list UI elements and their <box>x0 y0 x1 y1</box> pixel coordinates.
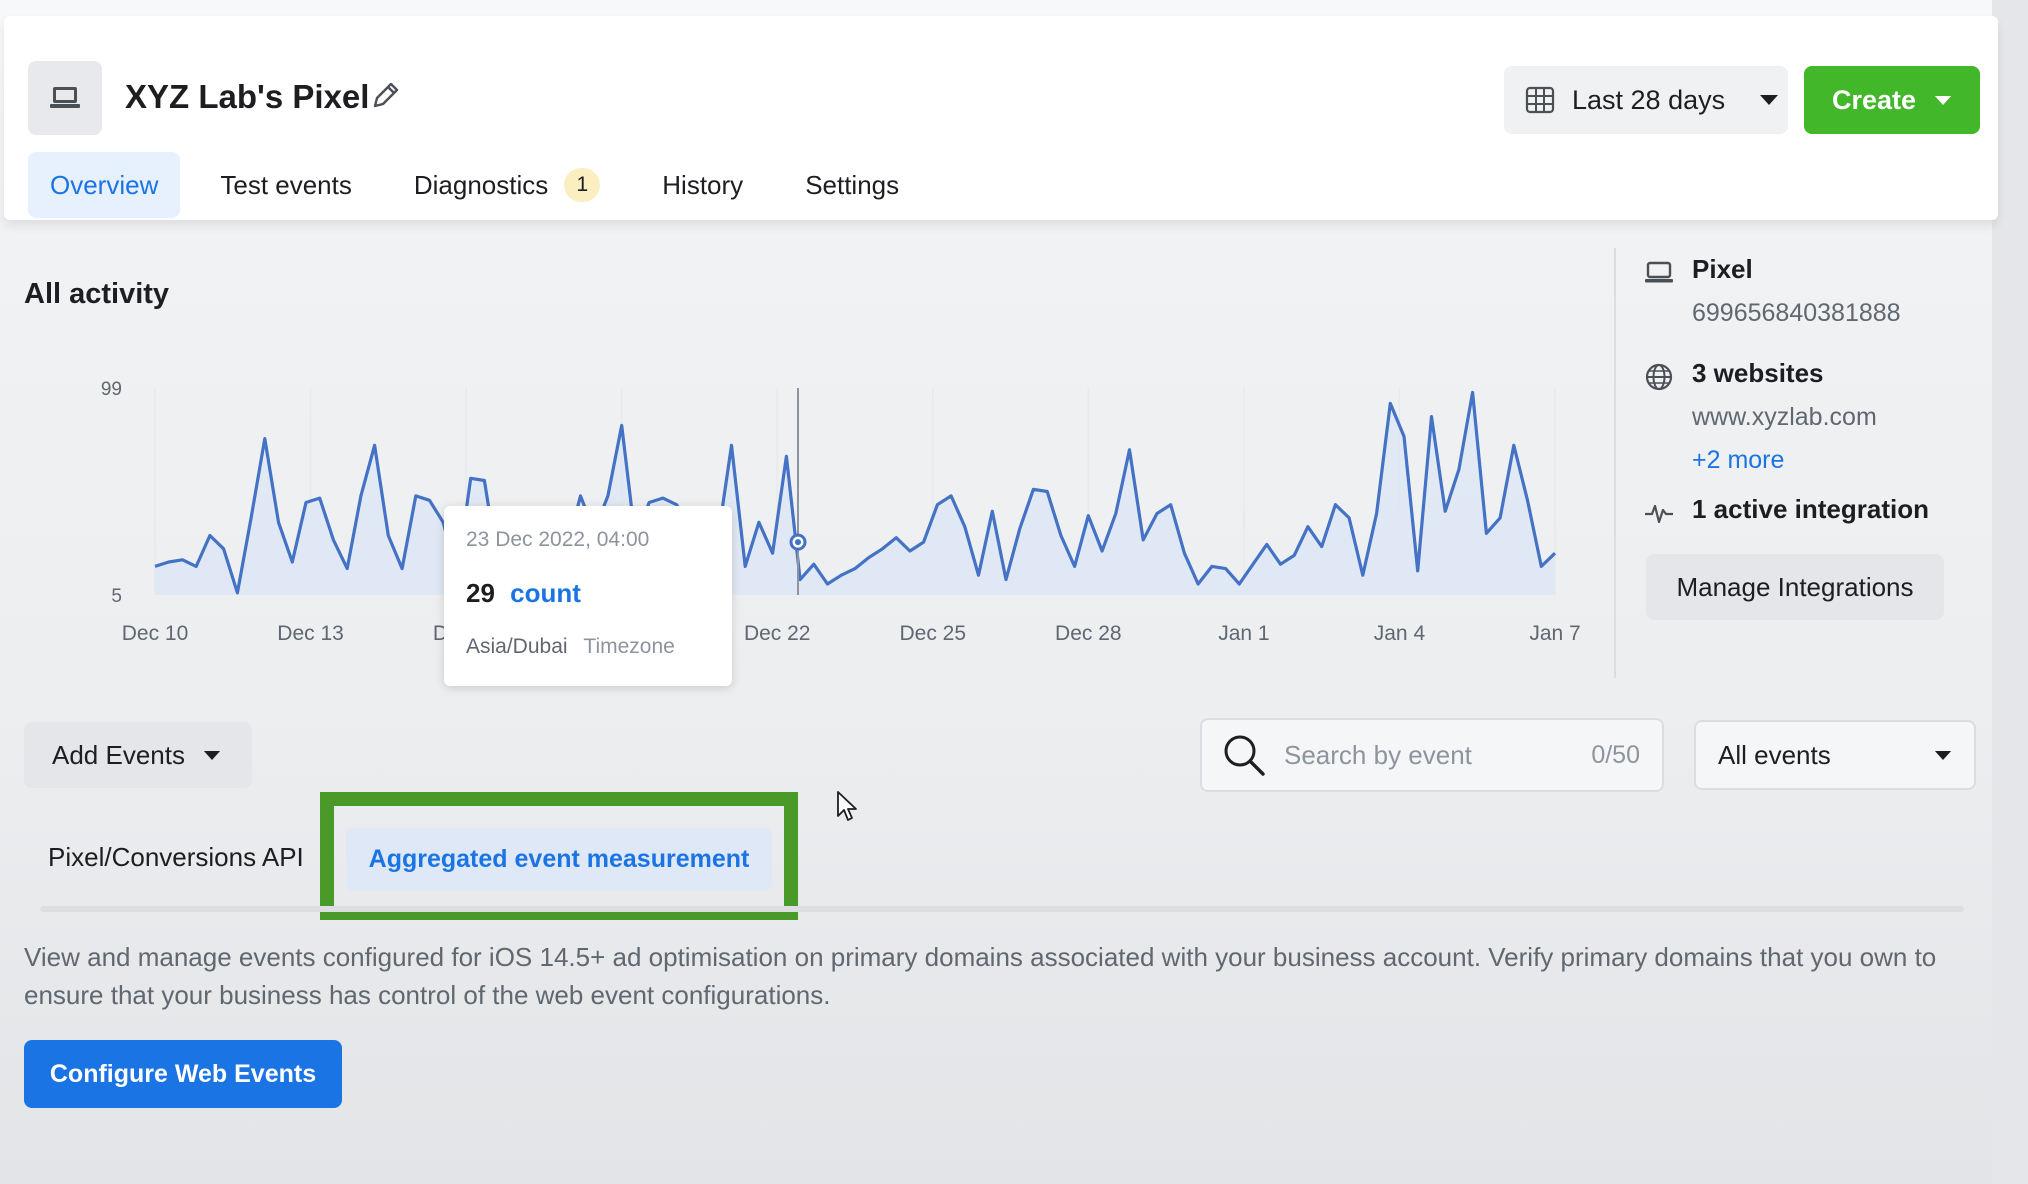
chevron-down-icon <box>1760 95 1779 105</box>
diagnostics-badge: 1 <box>564 168 601 202</box>
x-tick-label: Dec 10 <box>122 622 189 645</box>
tooltip-date: 23 Dec 2022, 04:00 <box>466 528 650 551</box>
activity-chart[interactable]: Dec 10Dec 13Dec 16Dec 19Dec 22Dec 25Dec … <box>0 360 1610 660</box>
chevron-down-icon <box>1934 750 1952 760</box>
add-events-label: Add Events <box>52 739 185 770</box>
search-counter: 0/50 <box>1591 740 1640 769</box>
tab-history[interactable]: History <box>640 152 765 218</box>
tooltip-count: 29 count <box>466 578 710 609</box>
create-button[interactable]: Create <box>1804 66 1980 134</box>
pixel-avatar <box>28 61 102 135</box>
add-events-button[interactable]: Add Events <box>24 722 252 788</box>
tooltip-count-unit: count <box>510 578 581 608</box>
integration-info: 1 active integration <box>1644 494 1929 528</box>
tab-bar: Overview Test events Diagnostics 1 Histor… <box>28 152 939 218</box>
event-filter-select[interactable]: All events <box>1694 720 1976 790</box>
search-icon <box>1224 735 1265 776</box>
tab-overview[interactable]: Overview <box>28 152 181 218</box>
website-primary: www.xyzlab.com <box>1692 403 1877 431</box>
aem-description: View and manage events configured for iO… <box>24 942 1937 1010</box>
x-tick-label: Jan 1 <box>1218 622 1269 645</box>
header-card: XYZ Lab's Pixel Last 28 days Create Over… <box>4 16 1998 220</box>
pixel-id: 699656840381888 <box>1692 299 1901 327</box>
x-tick-label: Dec 13 <box>277 622 344 645</box>
laptop-icon <box>50 87 80 108</box>
y-tick-label: 5 <box>111 586 122 607</box>
edit-pencil-icon[interactable] <box>369 78 403 112</box>
y-tick-label: 99 <box>101 379 122 400</box>
hover-marker-dot <box>795 539 801 546</box>
chart-tooltip: 23 Dec 2022, 04:00 29 count Asia/Dubai T… <box>444 506 732 686</box>
create-label: Create <box>1831 84 1917 115</box>
tooltip-timezone: Asia/Dubai Timezone <box>466 635 710 659</box>
date-range-label: Last 28 days <box>1572 84 1726 115</box>
subtab-pixel-conversions-api[interactable]: Pixel/Conversions API <box>48 842 304 873</box>
tab-test-events[interactable]: Test events <box>198 152 374 218</box>
mouse-cursor-icon <box>837 791 857 821</box>
pixel-info: Pixel 699656840381888 <box>1644 254 1901 328</box>
calendar-grid-icon <box>1525 86 1555 114</box>
x-tick-label: Jan 4 <box>1374 622 1426 645</box>
websites-label: 3 websites <box>1692 358 1824 388</box>
series-area <box>155 392 1555 595</box>
tab-label: Test events <box>220 169 352 200</box>
tooltip-timezone-label: Timezone <box>583 635 675 658</box>
tab-settings[interactable]: Settings <box>783 152 921 218</box>
x-tick-label: Dec 22 <box>744 622 811 645</box>
tab-label: History <box>662 169 744 200</box>
chevron-down-icon <box>1934 95 1952 105</box>
websites-more-link[interactable]: +2 more <box>1692 446 1877 475</box>
event-filter-value: All events <box>1718 739 1831 770</box>
configure-web-events-button[interactable]: Configure Web Events <box>24 1040 342 1108</box>
x-tick-label: Dec 28 <box>1055 622 1122 645</box>
integration-label: 1 active integration <box>1692 494 1929 524</box>
laptop-icon <box>1645 261 1673 283</box>
search-placeholder: Search by event <box>1284 739 1472 770</box>
tooltip-timezone-value: Asia/Dubai <box>466 635 568 658</box>
x-tick-label: Jan 7 <box>1529 622 1580 645</box>
tab-diagnostics[interactable]: Diagnostics 1 <box>392 152 622 218</box>
activity-pulse-icon <box>1645 504 1673 524</box>
pixel-label: Pixel <box>1692 254 1753 284</box>
page-title: XYZ Lab's Pixel <box>125 78 370 115</box>
tooltip-count-value: 29 <box>466 578 495 608</box>
vertical-divider <box>1614 248 1616 678</box>
globe-icon <box>1645 363 1673 391</box>
manage-integrations-button[interactable]: Manage Integrations <box>1646 554 1944 620</box>
chevron-down-icon <box>203 750 221 760</box>
date-range-button[interactable]: Last 28 days <box>1504 66 1788 134</box>
tab-label: Diagnostics <box>413 169 549 200</box>
websites-info: 3 websites www.xyzlab.com +2 more <box>1644 358 1877 475</box>
tab-label: Settings <box>805 169 900 200</box>
x-tick-label: Dec 25 <box>900 622 967 645</box>
search-input[interactable]: Search by event 0/50 <box>1200 718 1664 792</box>
activity-title: All activity <box>24 278 170 310</box>
tab-label: Overview <box>50 169 159 200</box>
subtab-aggregated-event-measurement[interactable]: Aggregated event measurement <box>346 828 772 890</box>
subtab-underline <box>40 906 1964 912</box>
